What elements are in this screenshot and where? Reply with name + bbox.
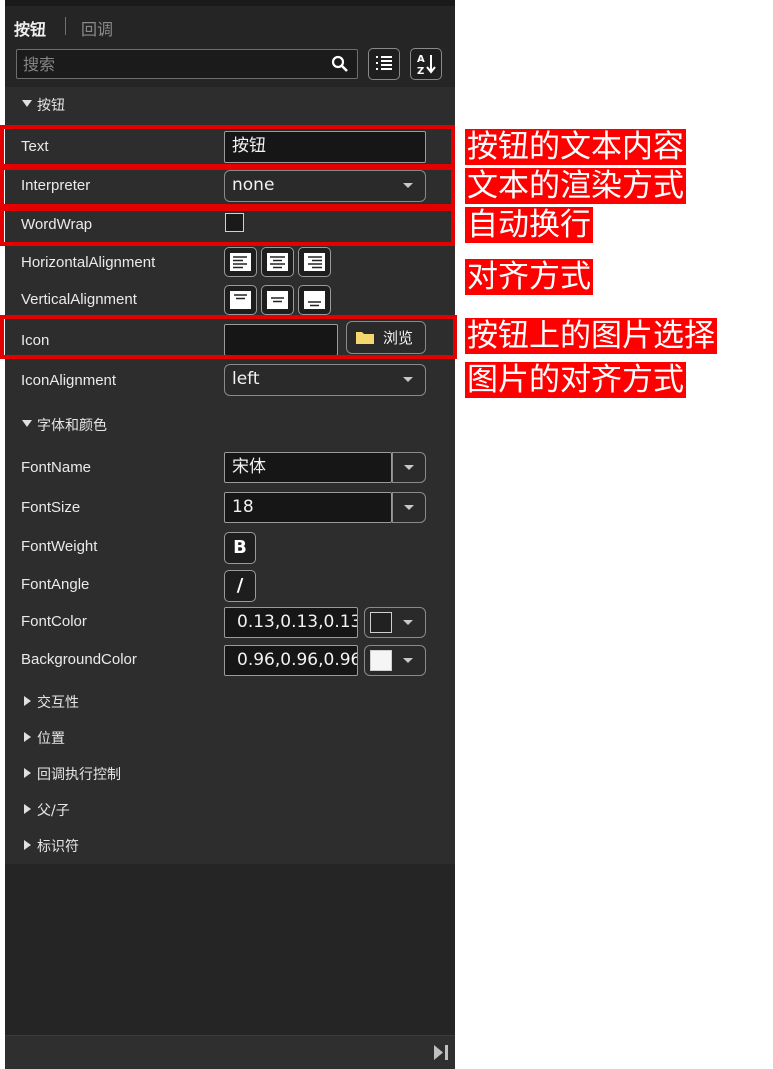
- annotation-alignment: 对齐方式: [465, 259, 593, 295]
- align-center-button[interactable]: [261, 247, 294, 277]
- fontsize-dropdown-button[interactable]: [392, 492, 426, 523]
- search-icon[interactable]: [331, 55, 349, 73]
- prop-label-fontcolor: FontColor: [21, 613, 87, 630]
- fontcolor-swatch: [370, 612, 392, 633]
- collapsed-sections: 交互性 位置 回调执行控制 父/子 标识符: [5, 684, 455, 864]
- chevron-down-icon: [403, 658, 413, 663]
- prop-label-fontangle: FontAngle: [21, 576, 90, 593]
- icon-alignment-value: left: [232, 369, 260, 389]
- prop-label-horizontal-alignment: HorizontalAlignment: [21, 254, 156, 271]
- highlight-interpreter-row: [0, 166, 455, 208]
- section-header-button[interactable]: 按钮: [5, 87, 455, 123]
- align-top-icon: [230, 291, 251, 309]
- fontcolor-picker[interactable]: [364, 607, 426, 638]
- search-box: [16, 49, 358, 79]
- highlight-wordwrap-row: [0, 207, 455, 246]
- svg-text:A: A: [417, 54, 425, 65]
- valign-top-button[interactable]: [224, 285, 257, 315]
- inspector-tabs: 按钮 回调: [5, 8, 455, 44]
- align-left-button[interactable]: [224, 247, 257, 277]
- prop-label-fontname: FontName: [21, 459, 92, 476]
- fontname-dropdown-button[interactable]: [392, 452, 426, 483]
- annotation-wordwrap: 自动换行: [465, 207, 593, 243]
- prop-label-fontsize: FontSize: [21, 499, 81, 516]
- align-middle-icon: [267, 291, 288, 309]
- collapse-panel-icon[interactable]: [433, 1044, 449, 1061]
- expand-arrow-icon: [24, 696, 31, 706]
- align-right-icon: [304, 253, 325, 271]
- list-view-icon: [376, 56, 392, 70]
- icon-alignment-dropdown[interactable]: left: [224, 364, 426, 396]
- panel-footer: [5, 1035, 455, 1069]
- annotation-icon: 按钮上的图片选择: [465, 318, 717, 354]
- annotation-icon-alignment: 图片的对齐方式: [465, 362, 686, 398]
- prop-label-fontweight: FontWeight: [21, 538, 98, 555]
- expand-arrow-icon: [24, 804, 31, 814]
- sort-az-icon: A Z: [417, 54, 436, 77]
- fontsize-field[interactable]: 18: [224, 492, 392, 523]
- prop-label-vertical-alignment: VerticalAlignment: [21, 291, 137, 308]
- section-header-callback-control[interactable]: 回调执行控制: [5, 756, 455, 792]
- prop-label-icon-alignment: IconAlignment: [21, 372, 117, 389]
- align-center-icon: [267, 253, 288, 271]
- section-header-position[interactable]: 位置: [5, 720, 455, 756]
- chevron-down-icon: [403, 377, 413, 382]
- search-input[interactable]: [23, 54, 323, 74]
- svg-text:Z: Z: [417, 66, 424, 77]
- expand-arrow-icon: [24, 768, 31, 778]
- sort-button[interactable]: A Z: [410, 48, 442, 80]
- section-title: 回调执行控制: [37, 767, 121, 783]
- chevron-down-icon: [404, 505, 414, 510]
- valign-middle-button[interactable]: [261, 285, 294, 315]
- bgcolor-value-field[interactable]: 0.96,0.96,0.96: [224, 645, 358, 676]
- annotation-text: 按钮的文本内容: [465, 129, 686, 165]
- prop-label-backgroundcolor: BackgroundColor: [21, 651, 137, 668]
- section-title: 标识符: [37, 839, 79, 855]
- panel-top-edge: [5, 0, 455, 6]
- expand-arrow-icon: [24, 840, 31, 850]
- valign-bottom-button[interactable]: [298, 285, 331, 315]
- section-title: 位置: [37, 731, 65, 747]
- section-title: 父/子: [37, 803, 70, 819]
- section-header-font-color[interactable]: 字体和颜色: [5, 407, 455, 443]
- align-right-button[interactable]: [298, 247, 331, 277]
- section-title: 按钮: [37, 98, 65, 114]
- chevron-down-icon: [404, 465, 414, 470]
- bgcolor-picker[interactable]: [364, 645, 426, 676]
- align-left-icon: [230, 253, 251, 271]
- section-header-interactivity[interactable]: 交互性: [5, 684, 455, 720]
- align-bottom-icon: [304, 291, 325, 309]
- section-title: 交互性: [37, 695, 79, 711]
- collapse-arrow-icon: [22, 420, 32, 427]
- fontcolor-value-field[interactable]: 0.13,0.13,0.13: [224, 607, 358, 638]
- italic-button[interactable]: /: [224, 570, 256, 602]
- tab-separator: [65, 17, 66, 35]
- expand-arrow-icon: [24, 732, 31, 742]
- bold-button[interactable]: B: [224, 532, 256, 564]
- section-header-parent-child[interactable]: 父/子: [5, 792, 455, 828]
- section-header-identifiers[interactable]: 标识符: [5, 828, 455, 864]
- fontname-field[interactable]: 宋体: [224, 452, 392, 483]
- bgcolor-swatch: [370, 650, 392, 671]
- tab-callback[interactable]: 回调: [81, 16, 113, 40]
- section-title: 字体和颜色: [37, 418, 107, 434]
- highlight-icon-row: [0, 315, 457, 359]
- highlight-text-row: [0, 125, 455, 168]
- annotation-interpreter: 文本的渲染方式: [465, 168, 686, 204]
- tab-button[interactable]: 按钮: [14, 16, 46, 40]
- collapse-arrow-icon: [22, 100, 32, 107]
- chevron-down-icon: [403, 620, 413, 625]
- categorize-button[interactable]: [368, 48, 400, 80]
